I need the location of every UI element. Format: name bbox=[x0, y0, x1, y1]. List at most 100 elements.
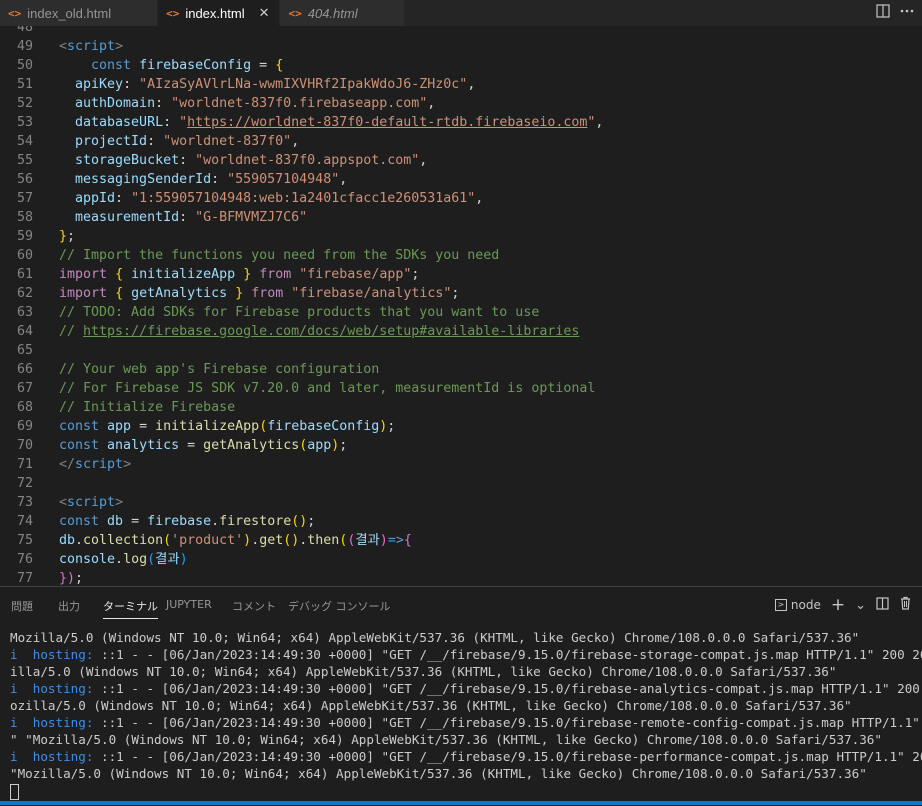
code-line[interactable]: 68 // Initialize Firebase bbox=[0, 398, 922, 417]
tab-jupyter[interactable]: JUPYTER bbox=[166, 598, 212, 611]
code-line[interactable]: 55 storageBucket: "worldnet-837f0.appspo… bbox=[0, 151, 922, 170]
terminal-text: illa/5.0 (Windows NT 10.0; Win64; x64) A… bbox=[10, 664, 837, 679]
code-line[interactable]: 75 db.collection('product').get().then((결… bbox=[0, 531, 922, 550]
info-marker: i bbox=[10, 681, 33, 696]
code-line[interactable]: 67 // For Firebase JS SDK v7.20.0 and lat… bbox=[0, 379, 922, 398]
terminal-text: ozilla/5.0 (Windows NT 10.0; Win64; x64)… bbox=[10, 698, 852, 713]
code-text: // Import the functions you need from th… bbox=[59, 248, 500, 263]
code-line[interactable]: 71 </script> bbox=[0, 455, 922, 474]
code-line[interactable]: 65 bbox=[0, 341, 922, 360]
trash-icon[interactable] bbox=[899, 596, 912, 614]
code-text: // TODO: Add SDKs for Firebase products … bbox=[59, 305, 540, 320]
tab-problems[interactable]: 問題 bbox=[11, 598, 33, 614]
code-text: storageBucket: "worldnet-837f0.appspot.c… bbox=[75, 153, 428, 168]
hosting-label: hosting: bbox=[32, 715, 94, 730]
line-number: 54 bbox=[16, 134, 33, 149]
terminal-text: ::1 - - [06/Jan/2023:14:49:30 +0000] "GE… bbox=[93, 681, 922, 696]
code-line[interactable]: 73 <script> bbox=[0, 493, 922, 512]
terminal-text: " "Mozilla/5.0 (Windows NT 10.0; Win64; … bbox=[10, 732, 882, 747]
code-text: projectId: "worldnet-837f0", bbox=[75, 134, 300, 149]
tab-terminal[interactable]: ターミナル bbox=[103, 598, 158, 619]
close-icon[interactable]: ✕ bbox=[259, 6, 270, 21]
line-number: 71 bbox=[16, 457, 33, 472]
code-line[interactable]: 49 <script> bbox=[0, 37, 922, 56]
tab-404-html[interactable]: <> 404.html bbox=[280, 0, 405, 26]
line-number: 65 bbox=[16, 343, 33, 358]
tab-comments[interactable]: コメント bbox=[232, 598, 276, 614]
terminal-line: Mozilla/5.0 (Windows NT 10.0; Win64; x64… bbox=[10, 629, 859, 646]
line-number: 74 bbox=[16, 514, 33, 529]
tab-index-html[interactable]: <> index.html ✕ bbox=[158, 0, 281, 26]
code-line[interactable]: 48 bbox=[0, 26, 922, 37]
line-number: 56 bbox=[16, 172, 33, 187]
code-text: import { getAnalytics } from "firebase/a… bbox=[59, 286, 460, 301]
line-number: 48 bbox=[16, 26, 33, 35]
code-line[interactable]: 56 messagingSenderId: "559057104948", bbox=[0, 170, 922, 189]
code-text: databaseURL: "https://worldnet-837f0-def… bbox=[75, 115, 604, 130]
code-text: db.collection('product').get().then((결과)… bbox=[59, 533, 412, 548]
terminal-line: "Mozilla/5.0 (Windows NT 10.0; Win64; x6… bbox=[10, 765, 867, 782]
code-line[interactable]: 76 console.log(결과) bbox=[0, 550, 922, 569]
line-number: 77 bbox=[16, 571, 33, 586]
line-number: 64 bbox=[16, 324, 33, 339]
split-editor-icon[interactable] bbox=[876, 4, 890, 22]
info-marker: i bbox=[10, 749, 33, 764]
terminal-line: i hosting: ::1 - - [06/Jan/2023:14:49:30… bbox=[10, 714, 922, 731]
hosting-label: hosting: bbox=[32, 749, 94, 764]
terminal-icon: > bbox=[774, 599, 787, 611]
code-text: // Initialize Firebase bbox=[59, 400, 236, 415]
terminal-line: ozilla/5.0 (Windows NT 10.0; Win64; x64)… bbox=[10, 697, 852, 714]
code-line[interactable]: 69 const app = initializeApp(firebaseConf… bbox=[0, 417, 922, 436]
line-number: 51 bbox=[16, 77, 33, 92]
code-line[interactable]: 62 import { getAnalytics } from "firebase… bbox=[0, 284, 922, 303]
code-line[interactable]: 57 appId: "1:559057104948:web:1a2401cfac… bbox=[0, 189, 922, 208]
code-line[interactable]: 50 const firebaseConfig = { bbox=[0, 56, 922, 75]
code-line[interactable]: 51 apiKey: "AIzaSyAVlrLNa-wwmIXVHRf2Ipak… bbox=[0, 75, 922, 94]
terminal-cursor bbox=[10, 784, 19, 800]
code-text: }; bbox=[59, 229, 76, 244]
code-line[interactable]: 63 // TODO: Add SDKs for Firebase product… bbox=[0, 303, 922, 322]
code-text: <script> bbox=[59, 39, 124, 54]
terminal-output[interactable]: Mozilla/5.0 (Windows NT 10.0; Win64; x64… bbox=[0, 629, 922, 806]
editor-tab-bar: <> index_old.html <> index.html ✕ <> 404… bbox=[0, 0, 922, 26]
bottom-panel: 問題 出力 ターミナル JUPYTER コメント デバッグ コンソール > no… bbox=[0, 586, 922, 806]
terminal-text: ::1 - - [06/Jan/2023:14:49:30 +0000] "GE… bbox=[93, 647, 922, 662]
code-editor[interactable]: 48 49 <script> 50 const firebaseConfig = {5… bbox=[0, 26, 922, 586]
code-line[interactable]: 58 measurementId: "G-BFMVMZJ7C6" bbox=[0, 208, 922, 227]
tab-label: index.html bbox=[185, 5, 245, 21]
terminal-line: i hosting: ::1 - - [06/Jan/2023:14:49:30… bbox=[10, 646, 922, 663]
code-line[interactable]: 61 import { initializeApp } from "firebas… bbox=[0, 265, 922, 284]
line-number: 50 bbox=[16, 58, 33, 73]
html-file-icon: <> bbox=[288, 6, 302, 20]
line-number: 59 bbox=[16, 229, 33, 244]
code-line[interactable]: 74 const db = firebase.firestore(); bbox=[0, 512, 922, 531]
panel-actions: > node + ⌄ bbox=[774, 595, 912, 615]
code-line[interactable]: 64 // https://firebase.google.com/docs/we… bbox=[0, 322, 922, 341]
code-line[interactable]: 66 // Your web app's Firebase configurati… bbox=[0, 360, 922, 379]
code-line[interactable]: 70 const analytics = getAnalytics(app); bbox=[0, 436, 922, 455]
code-line[interactable]: 54 projectId: "worldnet-837f0", bbox=[0, 132, 922, 151]
html-file-icon: <> bbox=[166, 6, 180, 20]
more-actions-icon[interactable] bbox=[900, 4, 914, 22]
tab-output[interactable]: 出力 bbox=[58, 598, 80, 614]
code-line[interactable]: 60 // Import the functions you need from … bbox=[0, 246, 922, 265]
code-line[interactable]: 77}); bbox=[0, 569, 922, 586]
code-line[interactable]: 59}; bbox=[0, 227, 922, 246]
code-text: authDomain: "worldnet-837f0.firebaseapp.… bbox=[75, 96, 436, 111]
hosting-label: hosting: bbox=[32, 647, 94, 662]
info-marker: i bbox=[10, 647, 33, 662]
terminal-selector[interactable]: > node bbox=[774, 598, 821, 612]
add-terminal-icon[interactable]: + bbox=[831, 595, 845, 615]
terminal-text: ::1 - - [06/Jan/2023:14:49:30 +0000] "GE… bbox=[93, 715, 922, 730]
line-number: 53 bbox=[16, 115, 33, 130]
chevron-down-icon[interactable]: ⌄ bbox=[855, 598, 866, 613]
code-line[interactable]: 52 authDomain: "worldnet-837f0.firebasea… bbox=[0, 94, 922, 113]
split-terminal-icon[interactable] bbox=[876, 596, 889, 614]
terminal-line: " "Mozilla/5.0 (Windows NT 10.0; Win64; … bbox=[10, 731, 882, 748]
code-line[interactable]: 53 databaseURL: "https://worldnet-837f0-… bbox=[0, 113, 922, 132]
line-number: 69 bbox=[16, 419, 33, 434]
tab-index-old-html[interactable]: <> index_old.html bbox=[0, 0, 159, 26]
line-number: 73 bbox=[16, 495, 33, 510]
code-line[interactable]: 72 bbox=[0, 474, 922, 493]
tab-debug-console[interactable]: デバッグ コンソール bbox=[288, 598, 391, 614]
